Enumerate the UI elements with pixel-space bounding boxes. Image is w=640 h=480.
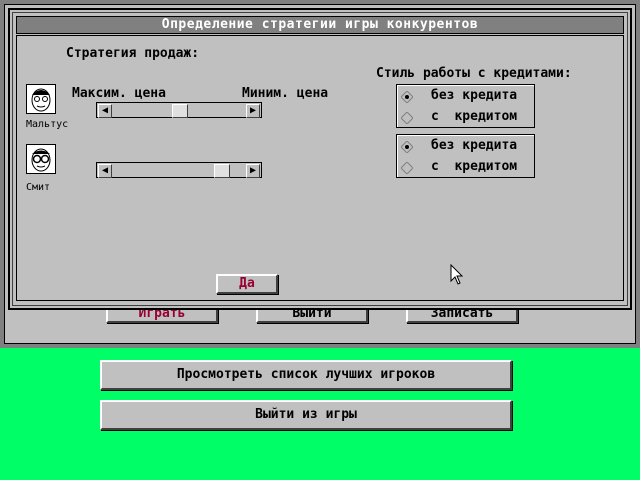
credit-group-smith: без кредита с кредитом (396, 134, 535, 178)
competitor-name: Смит (26, 182, 51, 193)
sales-strategy-label: Стратегия продаж: (66, 46, 200, 61)
slider-right-arrow-icon[interactable]: ▶ (246, 104, 260, 118)
ok-button[interactable]: Да (216, 274, 278, 294)
mouse-cursor-icon (450, 263, 464, 290)
radio-unselected-icon[interactable] (400, 161, 414, 175)
competitor-name: Мальтус (26, 119, 69, 130)
slider-left-arrow-icon[interactable]: ◀ (98, 164, 112, 178)
slider-right-arrow-icon[interactable]: ▶ (246, 164, 260, 178)
view-high-scores-button[interactable]: Просмотреть список лучших игроков (100, 360, 512, 390)
credit-style-label: Стиль работы с кредитами: (376, 66, 572, 81)
price-slider-maltus[interactable]: ◀ ▶ (96, 102, 262, 118)
credit-option-with[interactable]: с кредитом (431, 109, 517, 124)
slider-thumb[interactable] (214, 164, 230, 178)
radio-selected-icon[interactable] (400, 90, 414, 104)
slider-left-arrow-icon[interactable]: ◀ (98, 104, 112, 118)
max-price-label: Максим. цена (72, 86, 166, 101)
radio-unselected-icon[interactable] (400, 111, 414, 125)
slider-thumb[interactable] (172, 104, 188, 118)
credit-option-none[interactable]: без кредита (431, 88, 517, 103)
dialog-title: Определение стратегии игры конкурентов (16, 16, 624, 34)
face-glasses-icon (26, 144, 56, 174)
price-slider-smith[interactable]: ◀ ▶ (96, 162, 262, 178)
quit-game-button[interactable]: Выйти из игры (100, 400, 512, 430)
credit-option-none[interactable]: без кредита (431, 138, 517, 153)
credit-option-with[interactable]: с кредитом (431, 159, 517, 174)
credit-group-maltus: без кредита с кредитом (396, 84, 535, 128)
face-icon (26, 84, 56, 114)
min-price-label: Миним. цена (242, 86, 329, 101)
radio-selected-icon[interactable] (400, 140, 414, 154)
